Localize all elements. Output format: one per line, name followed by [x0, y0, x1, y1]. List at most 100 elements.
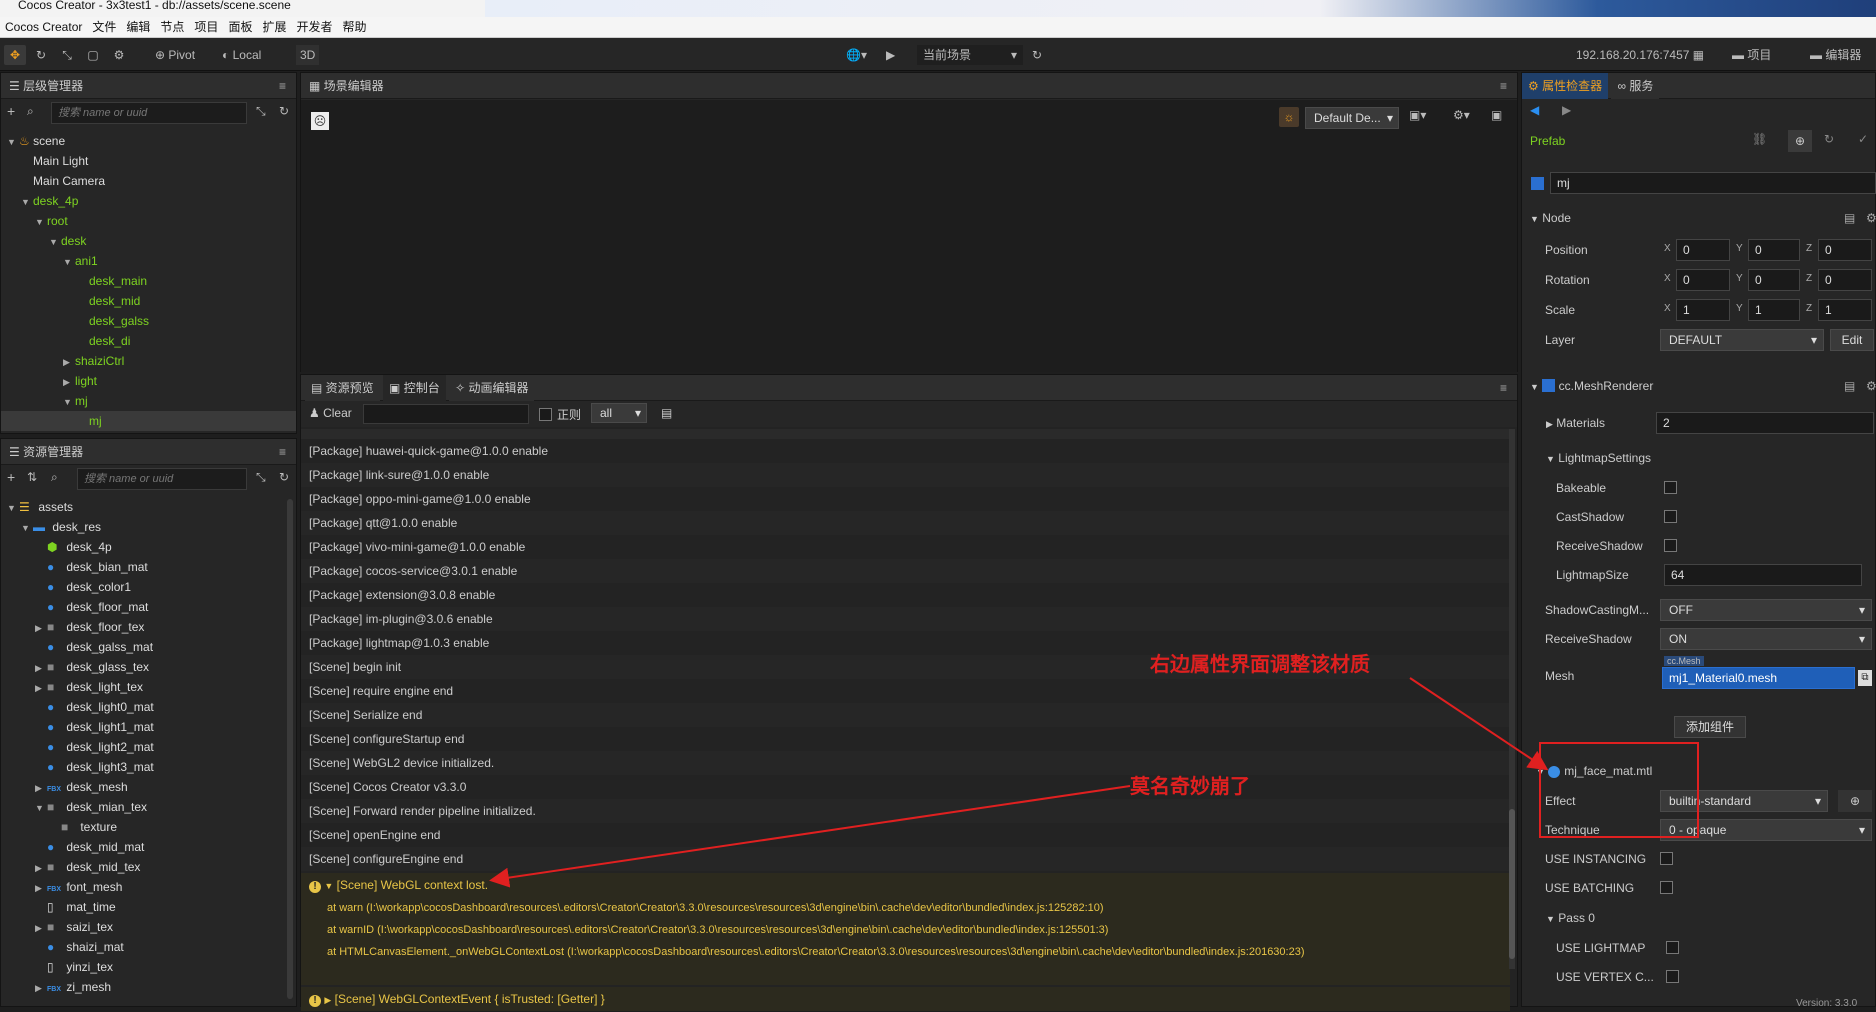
expand-arrow-icon[interactable]: ▶ — [35, 658, 47, 678]
console-log-line[interactable]: [Package] cocos-service@3.0.1 enable — [301, 559, 1510, 583]
mesh-renderer-enabled-checkbox[interactable] — [1542, 379, 1556, 392]
gear-icon[interactable]: ⚙ — [1866, 204, 1876, 232]
expand-arrow-icon[interactable]: ▶ — [63, 372, 75, 392]
console-log-line[interactable]: [Package] im-plugin@3.0.6 enable — [301, 607, 1510, 631]
asset-item[interactable]: ● desk_light2_mat — [1, 737, 296, 757]
rotation-y-input[interactable]: 0 — [1748, 269, 1800, 291]
console-log-line[interactable]: [Package] qtt@1.0.0 enable — [301, 511, 1510, 535]
expand-arrow-icon[interactable]: ▶ — [63, 352, 75, 372]
menu-item-help[interactable]: 帮助 — [342, 20, 366, 34]
menu-icon[interactable]: ≡ — [279, 73, 286, 99]
tab-animation-editor[interactable]: ✧ 动画编辑器 — [449, 375, 535, 401]
regex-checkbox[interactable] — [539, 408, 552, 421]
menu-item-node[interactable]: 节点 — [160, 20, 184, 34]
revert-icon[interactable]: ↻ — [1824, 132, 1834, 146]
asset-item[interactable]: ▶ ■ desk_mid_tex — [1, 857, 296, 877]
tab-service[interactable]: ∞ 服务 — [1611, 73, 1660, 99]
hierarchy-node[interactable]: ▼ ani1 — [1, 251, 296, 271]
refresh-icon[interactable]: ↻ — [279, 104, 289, 118]
castshadow-checkbox[interactable] — [1664, 510, 1677, 523]
asset-item[interactable]: ● shaizi_mat — [1, 937, 296, 957]
expand-arrow-icon[interactable]: ▶ — [35, 878, 47, 898]
scale-tool-button[interactable]: ⤡ — [56, 45, 78, 65]
hierarchy-node[interactable]: ▼ desk_4p — [1, 191, 296, 211]
menu-icon[interactable]: ≡ — [1500, 375, 1507, 401]
asset-item[interactable]: ● desk_light3_mat — [1, 757, 296, 777]
menu-icon[interactable]: ≡ — [1500, 73, 1507, 99]
collapse-icon[interactable]: ⤡ — [256, 104, 266, 119]
rotation-x-input[interactable]: 0 — [1676, 269, 1730, 291]
lightmapsize-input[interactable]: 64 — [1664, 564, 1862, 586]
asset-item[interactable]: ● desk_light1_mat — [1, 717, 296, 737]
assets-scrollbar[interactable] — [287, 499, 293, 999]
gizmo-icon[interactable]: ▣▾ — [1409, 108, 1426, 122]
scene-viewport[interactable]: ☹ ☼ Default De... ▾ ▣▾ ⚙▾ ▣ — [301, 100, 1517, 372]
hierarchy-node[interactable]: ▼ mj — [1, 391, 296, 411]
doc-icon[interactable]: ▤ — [1844, 204, 1855, 232]
console-log-line[interactable]: [Package] link-sure@1.0.0 enable — [301, 463, 1510, 487]
menu-item-extension[interactable]: 扩展 — [262, 20, 286, 34]
scene-select[interactable]: 当前场景 ▾ — [917, 45, 1023, 65]
menu-item-app[interactable]: Cocos Creator — [5, 20, 82, 34]
collapse-icon[interactable]: ⤡ — [256, 470, 266, 485]
tab-asset-preview[interactable]: ▤ 资源预览 — [305, 375, 380, 401]
menu-item-project[interactable]: 项目 — [194, 20, 218, 34]
asset-item[interactable]: ● desk_floor_mat — [1, 597, 296, 617]
log-file-icon[interactable]: ▤ — [661, 406, 672, 420]
scale-y-input[interactable]: 1 — [1748, 299, 1800, 321]
asset-item[interactable]: ● desk_color1 — [1, 577, 296, 597]
expand-arrow-icon[interactable]: ▶ — [35, 678, 47, 698]
asset-item[interactable]: ▶ FBX font_mesh — [1, 877, 296, 897]
add-icon[interactable]: + — [7, 469, 15, 485]
console-log-line[interactable]: [Package] extension@3.0.8 enable — [301, 583, 1510, 607]
position-y-input[interactable]: 0 — [1748, 239, 1800, 261]
console-filter-input[interactable] — [363, 404, 529, 424]
expand-arrow-icon[interactable]: ▼ — [49, 232, 61, 252]
refresh-icon[interactable]: ↻ — [279, 470, 289, 484]
asset-item[interactable]: ● desk_bian_mat — [1, 557, 296, 577]
node-name-input[interactable]: mj — [1550, 172, 1876, 194]
asset-picker-icon[interactable]: ⧉ — [1858, 670, 1872, 686]
layer-edit-button[interactable]: Edit — [1830, 329, 1874, 351]
pass0-header[interactable]: ▼ Pass 0 — [1546, 904, 1876, 932]
expand-arrow-icon[interactable]: ▶ — [35, 778, 47, 798]
scale-z-input[interactable]: 1 — [1818, 299, 1872, 321]
use-batching-checkbox[interactable] — [1660, 881, 1673, 894]
expand-arrow-icon[interactable]: ▼ — [21, 518, 33, 538]
shadowcasting-select[interactable]: OFF ▾ — [1660, 599, 1872, 621]
hierarchy-node[interactable]: ▶ light — [1, 371, 296, 391]
tab-inspector[interactable]: ⚙ 属性检查器 — [1522, 73, 1609, 99]
rotate-tool-button[interactable]: ↻ — [30, 45, 52, 65]
expand-arrow-icon[interactable]: ▶ — [35, 618, 47, 638]
asset-item[interactable]: ● desk_galss_mat — [1, 637, 296, 657]
console-log-line[interactable]: [Scene] WebGL2 device initialized. — [301, 751, 1510, 775]
locate-prefab-button[interactable]: ⊕ — [1788, 130, 1812, 152]
rect-tool-button[interactable]: ▢ — [82, 45, 104, 65]
menu-item-file[interactable]: 文件 — [92, 20, 116, 34]
hierarchy-node[interactable]: ▼ desk — [1, 231, 296, 251]
asset-item[interactable]: ▶ ■ desk_light_tex — [1, 677, 296, 697]
expand-arrow-icon[interactable]: ▼ — [7, 498, 19, 518]
menu-item-panel[interactable]: 面板 — [228, 20, 252, 34]
asset-item[interactable]: ▶ ■ desk_glass_tex — [1, 657, 296, 677]
doc-icon[interactable]: ▤ — [1844, 372, 1855, 400]
expand-arrow-icon[interactable]: ▼ — [63, 392, 75, 412]
asset-item[interactable]: ● desk_light0_mat — [1, 697, 296, 717]
add-icon[interactable]: + — [7, 103, 15, 119]
mesh-asset-field[interactable]: mj1_Material0.mesh — [1662, 667, 1855, 689]
project-button[interactable]: ▬ 项目 — [1732, 45, 1771, 65]
console-warning-line[interactable]: ! ▼ [Scene] WebGL context lost. — [301, 873, 1510, 897]
hierarchy-node[interactable]: Main Light — [1, 151, 296, 171]
expand-arrow-icon[interactable]: ▼ — [35, 212, 47, 232]
add-component-button[interactable]: 添加组件 — [1674, 716, 1746, 738]
lightmap-settings-header[interactable]: ▼ LightmapSettings — [1546, 444, 1876, 472]
preview-ip[interactable]: 192.168.20.176:7457 ▦ — [1576, 45, 1704, 65]
unlink-icon[interactable]: ⛓ — [1752, 132, 1767, 146]
mesh-renderer-header[interactable]: ▼ cc.MeshRenderer ▤ ⚙ — [1530, 372, 1876, 400]
editor-button[interactable]: ▬ 编辑器 — [1810, 45, 1861, 65]
expand-arrow-icon[interactable]: ▼ — [7, 132, 19, 152]
asset-item[interactable]: ■ texture — [1, 817, 296, 837]
search-icon[interactable]: ⌕ — [27, 104, 34, 119]
apply-icon[interactable]: ✓ — [1858, 132, 1868, 146]
console-log-line[interactable]: [Scene] Forward render pipeline initiali… — [301, 799, 1510, 823]
